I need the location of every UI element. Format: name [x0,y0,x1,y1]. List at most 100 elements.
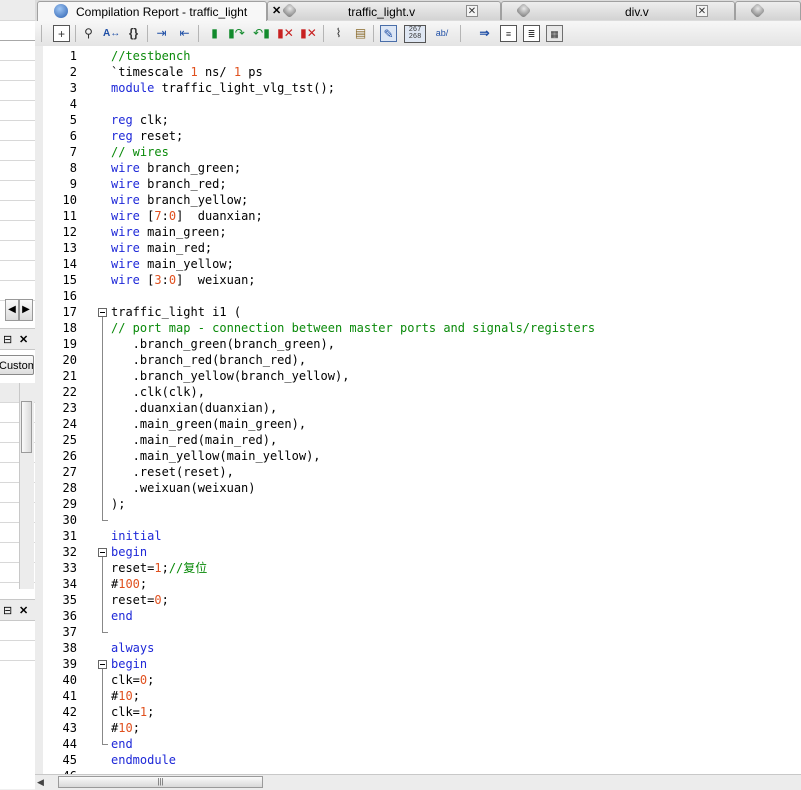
code-line[interactable]: 14 wire main_yellow; [35,256,801,272]
list-item[interactable] [0,281,35,301]
tab-overflow[interactable] [735,1,801,20]
code-line[interactable]: 12 wire main_green; [35,224,801,240]
vertical-scrollbar[interactable] [19,383,34,589]
code-line[interactable]: 4 [35,96,801,112]
code-line[interactable]: 41 #10; [35,688,801,704]
list-item[interactable] [0,61,35,81]
list-icon[interactable]: ≣ [523,25,540,42]
code-line[interactable]: 17 traffic_light i1 ( [35,304,801,320]
code-line[interactable]: 22 .clk(clk), [35,384,801,400]
unindent-icon[interactable]: ⇤ [176,25,193,42]
list-item[interactable] [0,181,35,201]
list-item[interactable] [0,41,35,61]
list-item[interactable] [0,201,35,221]
tab-traffic-light-v[interactable]: traffic_light.v ✕ [267,1,501,20]
code-line[interactable]: 26 .main_yellow(main_yellow), [35,448,801,464]
code-line[interactable]: 37 [35,624,801,640]
code-line[interactable]: 36 end [35,608,801,624]
code-line[interactable]: 39 begin [35,656,801,672]
list-item[interactable] [0,161,35,181]
bookmark-next-icon[interactable]: ▮↷ [228,25,245,42]
indent-icon[interactable]: ⇥ [153,25,170,42]
code-line[interactable]: 40 clk=0; [35,672,801,688]
horizontal-scrollbar[interactable]: ◀ ||| [35,774,801,790]
code-line[interactable]: 1 //testbench [35,48,801,64]
language-icon[interactable]: ✎ [380,25,397,42]
scroll-right-arrow[interactable]: ▶ [19,299,33,321]
tab-compilation-report[interactable]: Compilation Report - traffic_light [37,1,267,22]
code-line[interactable]: 31 initial [35,528,801,544]
insert-file-icon[interactable]: + [53,25,70,42]
list-item[interactable] [0,21,35,41]
code-line[interactable]: 15 wire [3:0] weixuan; [35,272,801,288]
list-item[interactable] [0,621,35,641]
template-icon[interactable]: ▤ [352,25,369,42]
code-line[interactable]: 35 reset=0; [35,592,801,608]
bookmark-delete-icon[interactable]: ▮✕ [277,25,294,42]
edit-toggle-icon[interactable]: ≡ [500,25,517,42]
spell-icon[interactable]: ab/ [431,25,453,42]
close-icon[interactable]: ✕ [19,333,28,346]
code-line[interactable]: 13 wire main_red; [35,240,801,256]
code-line[interactable]: 16 [35,288,801,304]
scroll-left-arrow[interactable]: ◀ [5,299,19,321]
braces-icon[interactable]: {} [125,25,142,42]
code-line[interactable]: 10 wire branch_yellow; [35,192,801,208]
customize-button[interactable]: Customize... [0,355,34,375]
code-line[interactable]: 25 .main_red(main_red), [35,432,801,448]
code-line[interactable]: 29); [35,496,801,512]
close-icon[interactable]: ✕ [466,5,478,17]
list-item[interactable] [0,221,35,241]
list-item[interactable] [0,261,35,281]
list-item[interactable] [0,241,35,261]
attach-icon[interactable]: ⌇ [330,25,347,42]
code-line[interactable]: 23 .duanxian(duanxian), [35,400,801,416]
code-editor[interactable]: 1 //testbench 2 `timescale 1 ns/ 1 ps 3 modul… [35,46,801,774]
list-item[interactable] [0,641,35,661]
code-line[interactable]: 32 begin [35,544,801,560]
fold-toggle-icon[interactable] [98,548,107,557]
code-line[interactable]: 33 reset=1;//复位 [35,560,801,576]
code-line[interactable]: 34 #100; [35,576,801,592]
fold-toggle-icon[interactable] [98,308,107,317]
bookmark-prev-icon[interactable]: ↶▮ [253,25,270,42]
scroll-thumb[interactable] [21,401,32,453]
pin-icon[interactable]: ⊟ [3,333,12,346]
code-line[interactable]: 28 .weixuan(weixuan) [35,480,801,496]
code-line[interactable]: 9 wire branch_red; [35,176,801,192]
code-line[interactable]: 44 end [35,736,801,752]
code-line[interactable]: 21 .branch_yellow(branch_yellow), [35,368,801,384]
find-replace-icon[interactable]: A↔ [103,25,120,42]
code-line[interactable]: 27 .reset(reset), [35,464,801,480]
goto-icon[interactable]: ⇒ [476,25,493,42]
code-line[interactable]: 7 // wires [35,144,801,160]
code-line[interactable]: 18 // port map - connection between maste… [35,320,801,336]
code-line[interactable]: 20 .branch_red(branch_red), [35,352,801,368]
code-line[interactable]: 24 .main_green(main_green), [35,416,801,432]
scroll-left-icon[interactable]: ◀ [37,777,44,788]
code-line[interactable]: 19 .branch_green(branch_green), [35,336,801,352]
code-line[interactable]: 6 reg reset; [35,128,801,144]
list-item[interactable] [0,121,35,141]
close-icon[interactable]: ✕ [696,5,708,17]
bookmark-clear-icon[interactable]: ▮✕ [300,25,317,42]
code-line[interactable]: 38 always [35,640,801,656]
list-item[interactable] [0,141,35,161]
list-item[interactable] [0,81,35,101]
code-line[interactable]: 5 reg clk; [35,112,801,128]
code-line[interactable]: 30 [35,512,801,528]
close-icon[interactable]: ✕ [272,4,281,17]
find-icon[interactable]: ⚲ [80,25,97,42]
code-line[interactable]: 2 `timescale 1 ns/ 1 ps [35,64,801,80]
code-line[interactable]: 43 #10; [35,720,801,736]
code-line[interactable]: 11 wire [7:0] duanxian; [35,208,801,224]
view-icon[interactable]: ▦ [546,25,563,42]
tab-div-v[interactable]: div.v ✕ [501,1,735,20]
code-line[interactable]: 42 clk=1; [35,704,801,720]
code-line[interactable]: 45 endmodule [35,752,801,768]
bookmark-icon[interactable]: ▮ [206,25,223,42]
code-line[interactable]: 3 module traffic_light_vlg_tst(); [35,80,801,96]
list-item[interactable] [0,101,35,121]
close-icon[interactable]: ✕ [19,604,28,617]
scroll-thumb[interactable]: ||| [58,776,263,788]
